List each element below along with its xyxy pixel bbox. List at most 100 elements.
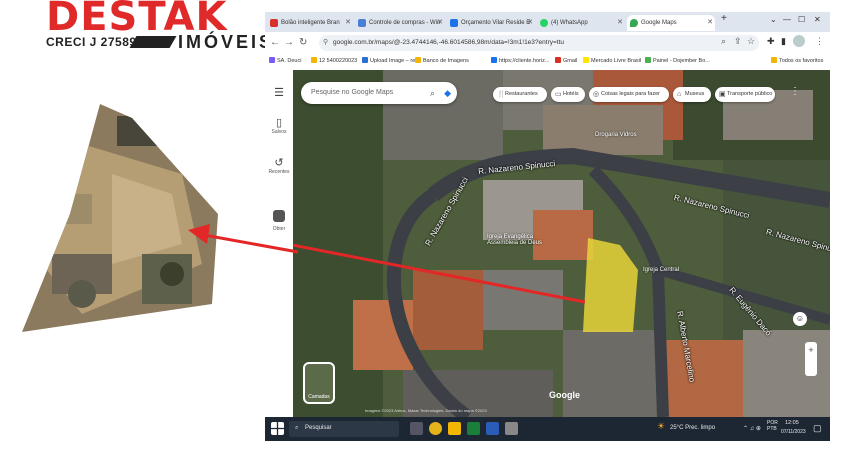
directions-icon[interactable]: ◆ (444, 82, 451, 104)
windows-taskbar: ⌕ Pesquisar ☀ 25°C Prec. limpo ⌃ ♫ ⊕ POR… (265, 417, 830, 441)
close-window-icon[interactable]: ✕ (814, 15, 821, 24)
kebab-menu-icon[interactable]: ⋮ (815, 36, 824, 47)
bookmark-icon: ▯ (275, 117, 283, 129)
bed-icon: ▭ (555, 91, 562, 98)
bookmark-item[interactable]: Upload Image – re... (362, 57, 420, 64)
globe-icon (491, 57, 497, 63)
place-label[interactable]: Drogaria Vidros (595, 132, 637, 138)
bookmark-item[interactable]: Gmail (555, 57, 577, 64)
share-icon[interactable]: ⇪ (734, 36, 742, 47)
tab-label: (4) WhatsApp (551, 20, 588, 26)
profile-avatar[interactable] (793, 35, 805, 47)
menu-icon: ☰ (274, 87, 284, 99)
back-icon[interactable]: ← (270, 37, 280, 48)
upload-icon (362, 57, 368, 63)
bookmark-item[interactable]: SA. Deuci (269, 57, 301, 64)
zoom-in-button[interactable]: + (805, 342, 817, 359)
brand-creci: CRECI J 27589 (46, 35, 137, 49)
explorer-icon[interactable] (448, 422, 461, 435)
chip-hotels[interactable]: ▭ Hotéis (551, 87, 585, 102)
bookmarks-bar: SA. Deuci 12 5400220023 Upload Image – r… (265, 54, 830, 71)
blue-square-icon (450, 19, 458, 27)
brand-tagline: IMÓVEIS (178, 32, 275, 52)
star-icon[interactable]: ☆ (747, 36, 755, 47)
folder-icon (311, 57, 317, 63)
browser-tab-active[interactable]: Google Maps ✕ (627, 15, 715, 31)
excel-icon[interactable] (467, 422, 480, 435)
history-icon: ↺ (274, 157, 284, 169)
zoom-controls: + (805, 342, 817, 376)
word-icon[interactable] (486, 422, 499, 435)
whatsapp-icon (540, 19, 548, 27)
fork-knife-icon: 🍴 (497, 91, 506, 98)
weather-text[interactable]: 25°C Prec. limpo (670, 425, 715, 431)
taskbar-search-input[interactable]: ⌕ Pesquisar (289, 421, 399, 437)
reload-icon[interactable]: ↻ (299, 37, 307, 48)
browser-tab-3[interactable]: Orçamento Vilar Reside E ✕ (447, 15, 535, 31)
layers-button[interactable]: Camadas (303, 362, 335, 404)
maps-search-input[interactable]: Pesquise no Google Maps ⌕ ◆ (301, 82, 457, 104)
weather-icon: ☀ (657, 421, 666, 431)
red-square-icon (270, 19, 278, 27)
url-text: google.com.br/maps/@-23.4744146,-46.6014… (333, 39, 565, 46)
forward-icon[interactable]: → (284, 37, 294, 48)
maps-pin-icon (630, 19, 638, 27)
language-indicator[interactable]: POR PTB (767, 420, 778, 432)
pegman-icon[interactable]: ☺ (793, 312, 807, 326)
lock-icon: ⚲ (323, 39, 329, 46)
url-input[interactable]: ⚲ google.com.br/maps/@-23.4744146,-46.60… (319, 35, 759, 51)
clock-time[interactable]: 12:05 (785, 420, 799, 426)
maximize-icon[interactable]: ☐ (798, 15, 805, 24)
place-label[interactable]: Igreja Central (643, 267, 679, 273)
bookmark-item[interactable]: Mercado Livre Brasil (583, 57, 641, 64)
bookmark-item[interactable]: Banco de Imagens (415, 57, 469, 64)
map-attribution: Imagens ©2023 Airbus, Maxar Technologies… (365, 408, 487, 413)
zoom-icon[interactable]: ⌕ (721, 36, 726, 47)
folder-icon (771, 57, 777, 63)
apps-grid-icon[interactable]: ⋮ (790, 86, 800, 97)
bookmark-item[interactable]: 12 5400220023 (311, 57, 357, 64)
task-view-icon[interactable] (410, 422, 423, 435)
close-icon[interactable]: ✕ (707, 15, 713, 31)
address-bar-row: ← → ↻ ⚲ google.com.br/maps/@-23.4744146,… (265, 32, 830, 54)
close-icon[interactable]: ✕ (527, 15, 533, 31)
bookmark-item[interactable]: https://cliente.horiz... (491, 57, 549, 64)
chip-restaurants[interactable]: 🍴 Restaurantes (493, 87, 547, 102)
recents-button[interactable]: ↺ Recentes (265, 156, 293, 175)
satellite-map[interactable] (293, 70, 830, 417)
tab-search-icon[interactable]: ⌄ (770, 15, 777, 24)
gmail-icon (555, 57, 561, 63)
tab-label: Bolão inteligente Bran (281, 20, 340, 26)
brand-stripe (129, 36, 177, 48)
chip-transit[interactable]: ▣ Transporte público (715, 87, 775, 102)
menu-button[interactable]: ☰ (265, 86, 293, 99)
tray-icons[interactable]: ⌃ ♫ ⊕ (743, 425, 761, 432)
chip-things-to-do[interactable]: ◎ Coisas legais para fazer (589, 87, 669, 102)
doc-icon (358, 19, 366, 27)
bookmark-item[interactable]: Painel - Dojember Bo... (645, 57, 710, 64)
place-label[interactable]: Igreja Evangélica Assembleia de Deus (487, 234, 547, 246)
close-icon[interactable]: ✕ (345, 15, 351, 31)
red-arrow (188, 224, 299, 254)
close-icon[interactable]: ✕ (437, 15, 443, 31)
saved-button[interactable]: ▯ Salvos (265, 116, 293, 135)
folder-icon (415, 57, 421, 63)
chip-museums[interactable]: ⌂ Museus (673, 87, 711, 102)
chrome-icon[interactable] (429, 422, 442, 435)
search-icon[interactable]: ⌕ (430, 82, 435, 104)
app-icon[interactable] (505, 422, 518, 435)
notification-icon[interactable]: ▢ (813, 423, 822, 434)
new-tab-button[interactable]: + (721, 13, 727, 24)
all-bookmarks[interactable]: Todos os favoritos (771, 57, 823, 64)
windows-start-icon[interactable] (271, 422, 284, 435)
minimize-icon[interactable]: — (783, 15, 791, 24)
sidepanel-icon[interactable]: ▮ (781, 36, 786, 47)
close-icon[interactable]: ✕ (617, 15, 623, 31)
browser-tab-4[interactable]: (4) WhatsApp ✕ (537, 15, 625, 31)
red-arrow-head (188, 224, 210, 244)
clock-date[interactable]: 07/11/2023 (781, 429, 806, 435)
extensions-icon[interactable]: ✚ (767, 36, 775, 47)
browser-tab-1[interactable]: Bolão inteligente Bran ✕ (267, 15, 353, 31)
google-watermark: Google (549, 390, 580, 400)
browser-tab-2[interactable]: Controle de compras - Win ✕ (355, 15, 445, 31)
